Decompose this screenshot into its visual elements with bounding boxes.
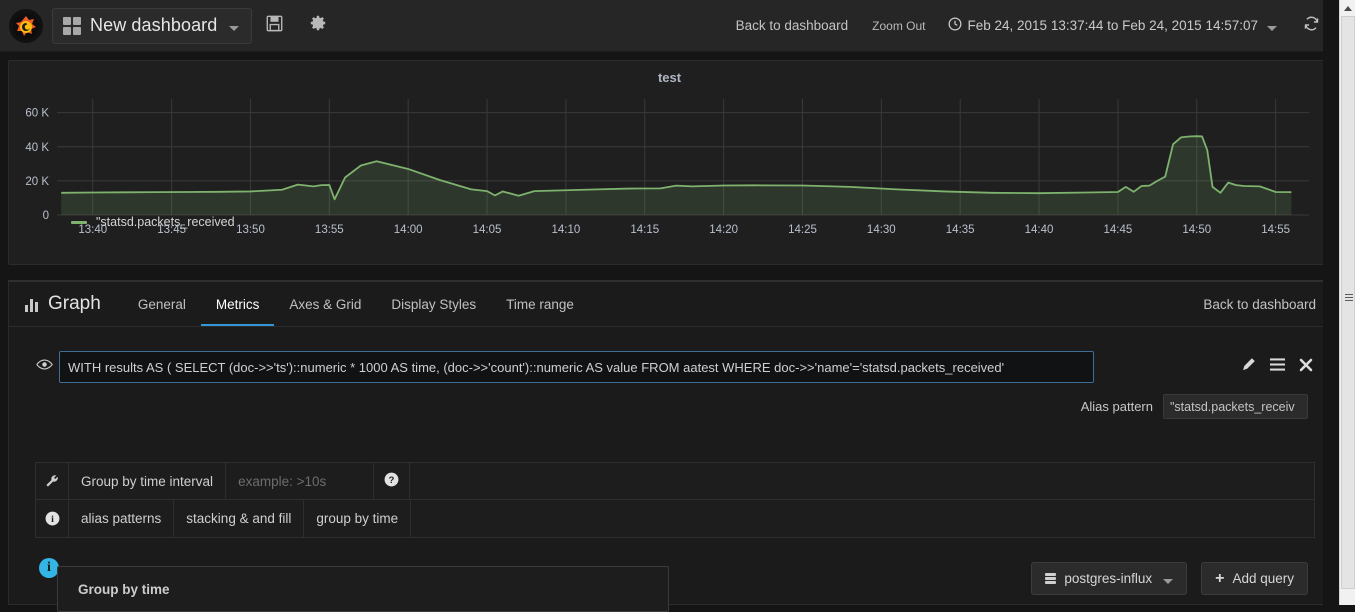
- svg-text:20 K: 20 K: [25, 176, 49, 188]
- dashboard-title: New dashboard: [90, 15, 218, 35]
- alias-pattern-row: Alias pattern "statsd.packets_receiv: [1081, 394, 1308, 419]
- query-options-box: Group by time interval example: >10s ? i: [35, 462, 1315, 538]
- chevron-down-icon: [229, 25, 240, 31]
- panel-title: test: [657, 70, 682, 85]
- gear-icon: [309, 14, 327, 37]
- svg-text:14:50: 14:50: [1182, 224, 1211, 236]
- chevron-down-icon: [1163, 578, 1174, 584]
- datasource-picker-button[interactable]: postgres-influx: [1031, 562, 1188, 595]
- legend-color-swatch: [71, 220, 87, 224]
- save-dashboard-button[interactable]: [252, 0, 296, 52]
- docs-links-filler: [411, 500, 1314, 537]
- svg-text:?: ?: [389, 475, 395, 485]
- svg-text:14:00: 14:00: [394, 224, 423, 236]
- scrollbar-up-arrow[interactable]: [1340, 0, 1355, 16]
- svg-text:14:20: 14:20: [709, 224, 738, 236]
- add-query-label: Add query: [1232, 571, 1294, 586]
- chevron-down-icon: [1267, 25, 1277, 31]
- grip-icon: [1345, 294, 1353, 303]
- group-by-time-row: Group by time interval example: >10s ?: [36, 463, 1314, 500]
- svg-text:13:55: 13:55: [315, 224, 344, 236]
- svg-text:40 K: 40 K: [25, 142, 49, 154]
- svg-text:14:25: 14:25: [788, 224, 817, 236]
- svg-text:i: i: [51, 514, 54, 525]
- svg-text:14:10: 14:10: [552, 224, 581, 236]
- svg-text:14:55: 14:55: [1261, 224, 1290, 236]
- svg-text:14:45: 14:45: [1104, 224, 1133, 236]
- query-row: WITH results AS ( SELECT (doc->>'ts')::n…: [29, 347, 1319, 387]
- database-icon: [1045, 573, 1057, 584]
- back-to-dashboard-link-top[interactable]: Back to dashboard: [722, 18, 863, 33]
- close-icon[interactable]: [1299, 358, 1313, 377]
- svg-text:14:15: 14:15: [630, 224, 659, 236]
- tab-time-range[interactable]: Time range: [491, 284, 589, 326]
- editor-actions: postgres-influx + Add query: [1031, 562, 1308, 595]
- svg-text:14:35: 14:35: [946, 224, 975, 236]
- graph-legend[interactable]: "statsd.packets_received: [71, 215, 235, 229]
- scrollbar-track[interactable]: [1341, 16, 1355, 589]
- save-icon: [266, 15, 283, 37]
- datasource-label: postgres-influx: [1064, 571, 1153, 586]
- bar-chart-icon: [25, 297, 38, 312]
- svg-text:14:05: 14:05: [473, 224, 502, 236]
- svg-text:14:30: 14:30: [867, 224, 896, 236]
- back-to-dashboard-link-editor[interactable]: Back to dashboard: [1203, 297, 1316, 312]
- grafana-logo-icon[interactable]: [9, 8, 43, 43]
- tab-axes-grid[interactable]: Axes & Grid: [274, 284, 376, 326]
- browser-scrollbar[interactable]: [1339, 0, 1355, 605]
- docs-link-alias-patterns[interactable]: alias patterns: [69, 500, 175, 537]
- graph-svg: 020 K40 K60 K13:40 13:45 13:50 13:55 14:00 14…: [25, 99, 1309, 236]
- dashboard-picker-button[interactable]: New dashboard: [52, 7, 253, 44]
- graph-plot[interactable]: 0 20 K 40 K 60 K 13:40 13:45 13:50 13:55 14:00 14…: [9, 89, 1332, 259]
- info-circle-icon: i: [36, 500, 69, 537]
- refresh-icon: [1303, 15, 1320, 37]
- tab-display-styles[interactable]: Display Styles: [376, 284, 491, 326]
- right-gutter: [1323, 0, 1339, 605]
- zoom-out-button[interactable]: Zoom Out: [862, 19, 935, 33]
- chevron-up-icon: [1343, 5, 1352, 11]
- svg-text:14:40: 14:40: [1025, 224, 1054, 236]
- svg-text:60 K: 60 K: [25, 108, 49, 120]
- group-by-time-label: Group by time interval: [69, 463, 227, 499]
- pencil-icon[interactable]: [1241, 357, 1256, 377]
- alias-pattern-label: Alias pattern: [1080, 399, 1153, 414]
- time-range-label: Feb 24, 2015 13:37:44 to Feb 24, 2015 14…: [967, 18, 1259, 33]
- dashboard-settings-button[interactable]: [296, 0, 340, 52]
- panel-editor: Graph General Metrics Axes & Grid Displa…: [8, 280, 1331, 612]
- docs-link-group-by-time[interactable]: group by time: [304, 500, 412, 537]
- tab-general[interactable]: General: [123, 284, 201, 326]
- clock-icon: [948, 17, 962, 34]
- tab-metrics[interactable]: Metrics: [200, 284, 275, 326]
- svg-text:13:50: 13:50: [236, 224, 265, 236]
- group-by-time-help-button[interactable]: ?: [374, 463, 411, 499]
- group-by-time-popover: Group by time: [57, 566, 669, 612]
- editor-tab-bar: Graph General Metrics Axes & Grid Displa…: [9, 282, 1330, 327]
- popover-info-circle-icon: i: [39, 558, 59, 578]
- graph-panel[interactable]: test 0 20 K 40 K 60 K 13:40 13:45 13:50 13:55 14…: [8, 60, 1331, 265]
- time-range-picker[interactable]: Feb 24, 2015 13:37:44 to Feb 24, 2015 14…: [936, 17, 1284, 34]
- grid-icon: [63, 16, 81, 35]
- wrench-icon: [36, 463, 69, 499]
- add-query-button[interactable]: + Add query: [1201, 562, 1308, 595]
- docs-link-stacking-and-fill[interactable]: stacking & and fill: [174, 500, 305, 537]
- question-circle-icon: ?: [384, 472, 399, 490]
- plus-icon: +: [1215, 569, 1225, 587]
- hamburger-icon[interactable]: [1270, 358, 1285, 376]
- legend-series-label[interactable]: "statsd.packets_received: [96, 215, 235, 229]
- query-input[interactable]: WITH results AS ( SELECT (doc->>'ts')::n…: [59, 351, 1094, 383]
- logo-container[interactable]: [0, 8, 52, 43]
- alias-pattern-input[interactable]: "statsd.packets_receiv: [1163, 394, 1308, 419]
- group-by-time-input[interactable]: example: >10s: [226, 463, 375, 499]
- svg-text:0: 0: [43, 210, 49, 222]
- toggle-query-visibility-button[interactable]: [29, 358, 59, 376]
- query-actions: [1223, 357, 1319, 377]
- eye-icon: [35, 358, 53, 376]
- docs-links-row: i alias patterns stacking & and fill gro…: [36, 500, 1314, 537]
- editor-header-label: Graph: [48, 293, 101, 314]
- top-navbar: New dashboard Back to dashboard Zoom Out: [0, 0, 1339, 52]
- group-by-time-filler: [410, 463, 1314, 499]
- editor-header: Graph: [25, 293, 101, 315]
- popover-title: Group by time: [78, 582, 170, 597]
